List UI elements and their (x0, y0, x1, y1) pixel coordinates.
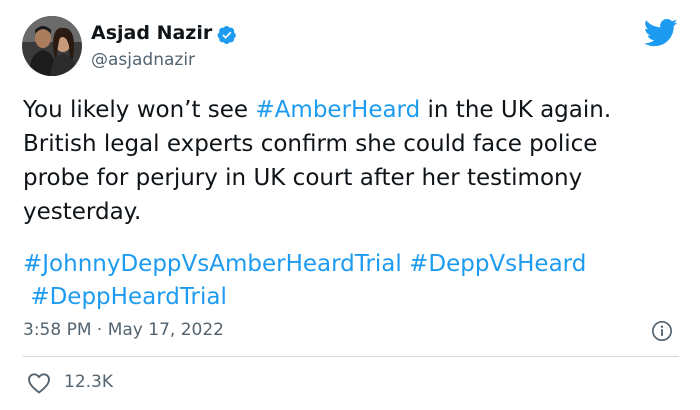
avatar-photo (22, 16, 82, 76)
tweet-text-segment: You likely won’t see (23, 97, 256, 123)
hashtag-link-johnnydeppvsamberheardtrial[interactable]: #JohnnyDeppVsAmberHeardTrial (23, 251, 402, 277)
twitter-bird-icon[interactable] (644, 18, 678, 48)
tweet-date: May 17, 2022 (107, 320, 224, 340)
info-icon[interactable] (651, 320, 673, 342)
hashtag-line-1: #JohnnyDeppVsAmberHeardTrial #DeppVsHear… (23, 248, 683, 281)
divider (23, 356, 679, 357)
verified-badge-icon (217, 26, 236, 44)
hashtag-list: #JohnnyDeppVsAmberHeardTrial #DeppVsHear… (23, 248, 683, 314)
tweet-line-1: You likely won’t see #AmberHeard in the … (23, 93, 683, 127)
timestamp-separator: · (96, 320, 103, 340)
tweet-text: You likely won’t see #AmberHeard in the … (23, 93, 683, 229)
author-name[interactable]: Asjad Nazir (91, 22, 212, 44)
hashtag-link-deppheardtrial[interactable]: #DeppHeardTrial (30, 284, 227, 310)
avatar[interactable] (22, 16, 82, 76)
hashtag-line-2: #DeppHeardTrial (23, 281, 683, 314)
like-count: 12.3K (64, 372, 113, 392)
tweet-line-2: British legal experts confirm she could … (23, 131, 598, 157)
tweet-line-4: yesterday. (23, 199, 142, 225)
tweet-text-segment: in the UK again. (420, 97, 612, 123)
tweet-line-3: probe for perjury in UK court after her … (23, 165, 583, 191)
author-handle[interactable]: @asjadnazir (91, 50, 195, 70)
tweet-time: 3:58 PM (23, 320, 92, 340)
hashtag-link-deppvsheard[interactable]: #DeppVsHeard (409, 251, 586, 277)
hashtag-link-amberheard[interactable]: #AmberHeard (255, 97, 420, 123)
tweet-timestamp[interactable]: 3:58 PM · May 17, 2022 (23, 320, 224, 340)
heart-icon[interactable] (27, 372, 51, 394)
